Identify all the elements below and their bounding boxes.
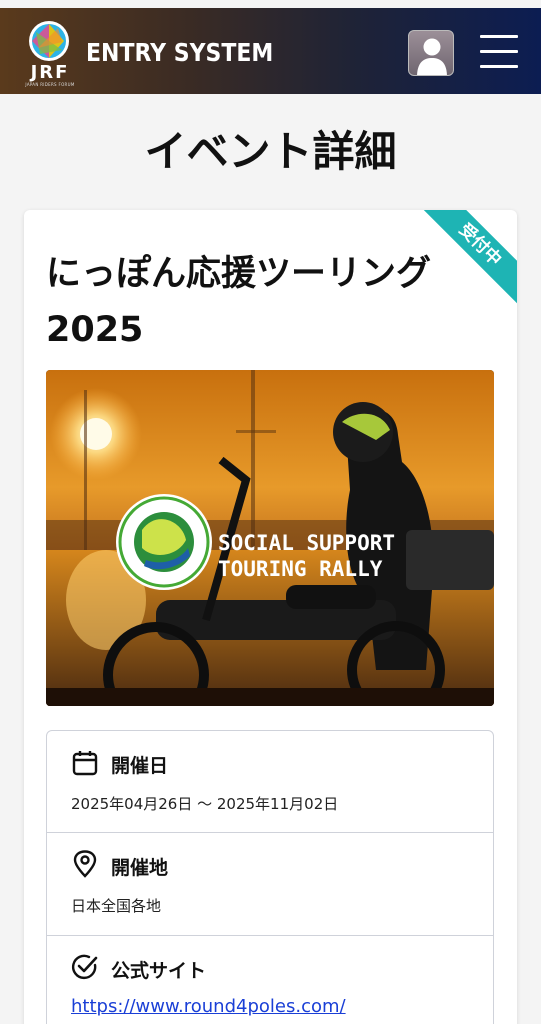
app-header: JRF JAPAN RIDERS FORUM ENTRY SYSTEM xyxy=(0,8,541,94)
detail-value-place: 日本全国各地 xyxy=(71,897,162,915)
event-card: 受付中 にっぽん応援ツーリング 2025 SOCIAL SUPPORT TOUR… xyxy=(24,210,517,1024)
detail-row-site: 公式サイト https://www.round4poles.com/ xyxy=(47,936,493,1024)
logo-text: JRF xyxy=(30,62,70,83)
detail-label-site: 公式サイト xyxy=(111,960,207,982)
globe-logo-icon xyxy=(29,21,69,61)
event-title-line2: 2025 xyxy=(46,310,144,350)
sunset-rider-photo: SOCIAL SUPPORT TOURING RALLY xyxy=(46,370,494,706)
official-site-link[interactable]: https://www.round4poles.com/ xyxy=(71,996,346,1017)
detail-label-place: 開催地 xyxy=(111,857,169,879)
brand-title[interactable]: ENTRY SYSTEM xyxy=(86,38,273,67)
map-pin-icon xyxy=(73,850,97,878)
detail-label-date: 開催日 xyxy=(111,755,169,777)
hero-overlay-line1: SOCIAL SUPPORT xyxy=(218,531,395,555)
jrf-logo[interactable]: JRF JAPAN RIDERS FORUM xyxy=(22,20,78,90)
hamburger-menu-button[interactable] xyxy=(478,32,520,72)
event-details-box: 開催日 2025年04月26日 〜 2025年11月02日 開催地 日本全国各地… xyxy=(46,730,494,1024)
menu-bar-icon xyxy=(480,50,518,53)
event-hero-image: SOCIAL SUPPORT TOURING RALLY xyxy=(46,370,494,706)
check-circle-icon xyxy=(72,954,98,980)
calendar-icon xyxy=(72,751,98,776)
detail-row-date: 開催日 2025年04月26日 〜 2025年11月02日 xyxy=(47,731,493,833)
event-title-line1: にっぽん応援ツーリング xyxy=(46,254,432,294)
user-icon xyxy=(417,38,447,75)
event-title: にっぽん応援ツーリング 2025 xyxy=(46,246,446,358)
menu-bar-icon xyxy=(480,65,518,68)
logo-subtext: JAPAN RIDERS FORUM xyxy=(25,82,75,87)
hero-overlay-line2: TOURING RALLY xyxy=(218,557,383,581)
user-account-button[interactable] xyxy=(408,30,454,76)
top-strip xyxy=(0,0,541,8)
menu-bar-icon xyxy=(480,35,518,38)
detail-row-place: 開催地 日本全国各地 xyxy=(47,833,493,936)
page-title: イベント詳細 xyxy=(144,127,397,176)
detail-value-date: 2025年04月26日 〜 2025年11月02日 xyxy=(71,795,339,813)
